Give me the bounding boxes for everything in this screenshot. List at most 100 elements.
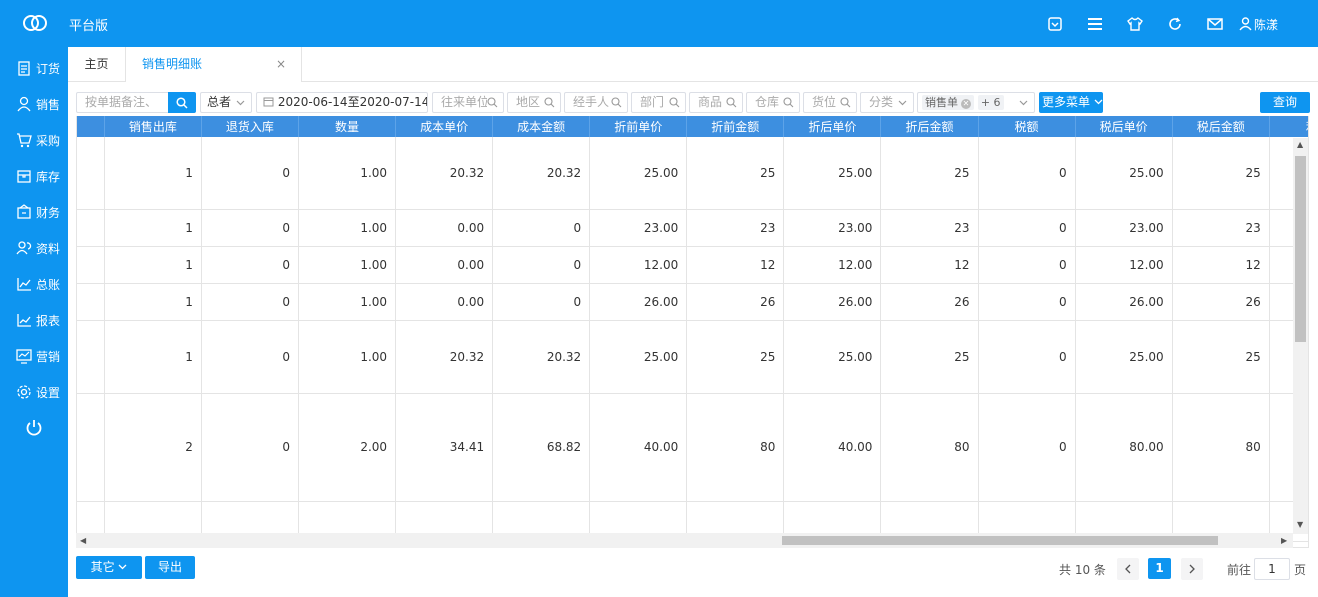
- column-header[interactable]: 退货入库: [201, 116, 299, 137]
- scroll-up-icon[interactable]: ▲: [1297, 140, 1303, 149]
- vertical-scrollbar[interactable]: ▲ ▼: [1293, 138, 1308, 534]
- search-icon: [840, 97, 851, 108]
- column-header[interactable]: 折后单价: [783, 116, 882, 137]
- top-bar: 平台版 陈漾: [0, 0, 1318, 47]
- tab-home[interactable]: 主页: [68, 47, 126, 82]
- table-cell: 0: [978, 320, 1076, 394]
- sidebar-item-inventory[interactable]: 库存: [0, 158, 68, 194]
- sidebar-item-label: 营销: [36, 349, 61, 364]
- table-row[interactable]: 1 0 1.00 0.00 0 12.00 12 12.00 12 0 12.00 12: [77, 246, 1308, 284]
- search-button[interactable]: [168, 92, 196, 113]
- menu-icon[interactable]: [1075, 13, 1115, 35]
- table-cell: 34.41: [395, 393, 494, 502]
- scroll-right-icon[interactable]: ▶: [1281, 536, 1287, 545]
- table-row[interactable]: 1 0 1.00 20.32 20.32 25.00 25 25.00 25 0 25.00 25: [77, 320, 1308, 394]
- next-page-button[interactable]: [1181, 558, 1203, 580]
- chevron-down-icon: [1019, 100, 1028, 106]
- goto-page-input[interactable]: [1254, 558, 1290, 580]
- mail-icon[interactable]: [1195, 13, 1235, 35]
- sidebar-item-data[interactable]: 资料: [0, 230, 68, 266]
- table-row[interactable]: 1 0 1.00 0.00 0 23.00 23 23.00 23 0 23.00 23: [77, 209, 1308, 247]
- warehouse-filter[interactable]: 仓库: [746, 92, 800, 113]
- table-cell: 1: [104, 246, 202, 284]
- export-button[interactable]: 导出: [145, 556, 195, 579]
- tab-sales-detail[interactable]: 销售明细账 ×: [126, 47, 302, 82]
- table-cell: 25.00: [1075, 137, 1173, 210]
- column-header[interactable]: 成本金额: [492, 116, 591, 137]
- table-cell: 26: [686, 283, 785, 321]
- column-header[interactable]: 利润: [1269, 116, 1308, 137]
- column-header[interactable]: 折后金额: [880, 116, 979, 137]
- category-select[interactable]: 分类: [860, 92, 914, 113]
- refresh-icon[interactable]: [1155, 13, 1195, 35]
- column-header[interactable]: [77, 116, 105, 137]
- sidebar-item-label: 采购: [36, 133, 61, 148]
- department-filter[interactable]: 部门: [631, 92, 686, 113]
- shirt-icon[interactable]: [1115, 13, 1155, 35]
- region-filter[interactable]: 地区: [507, 92, 561, 113]
- sidebar-item-purchase[interactable]: 采购: [0, 122, 68, 158]
- date-to: 2020-07-14: [359, 95, 428, 109]
- other-button[interactable]: 其它: [76, 556, 142, 579]
- other-button-label: 其它: [90, 560, 115, 574]
- table-cell: 25.00: [783, 137, 882, 210]
- vertical-scroll-thumb[interactable]: [1295, 156, 1306, 342]
- sidebar-item-label: 销售: [36, 97, 61, 112]
- scroll-down-icon[interactable]: ▼: [1297, 520, 1303, 529]
- summary-select[interactable]: 总者: [200, 92, 252, 113]
- scroll-left-icon[interactable]: ◀: [80, 536, 86, 545]
- table-cell: 0: [201, 283, 299, 321]
- sidebar-item-finance[interactable]: 财务: [0, 194, 68, 230]
- column-header[interactable]: 折前单价: [589, 116, 688, 137]
- date-range-picker[interactable]: 2020-06-14至2020-07-14: [256, 92, 428, 113]
- partner-filter[interactable]: 往来单位: [432, 92, 504, 113]
- column-header[interactable]: 销售出库: [104, 116, 202, 137]
- sidebar-item-order[interactable]: 订货: [0, 50, 68, 86]
- logo-icon: [23, 15, 47, 31]
- user-menu[interactable]: 陈漾: [1239, 16, 1278, 33]
- location-placeholder: 货位: [812, 95, 837, 109]
- table-cell: 0: [978, 393, 1076, 502]
- horizontal-scrollbar[interactable]: ◀ ▶: [76, 533, 1293, 548]
- chevron-right-icon: [1189, 564, 1195, 574]
- close-icon[interactable]: ×: [276, 47, 286, 82]
- tag-close-icon[interactable]: ✕: [961, 99, 971, 109]
- query-button[interactable]: 查询: [1260, 92, 1310, 113]
- table-cell: 20.32: [395, 137, 494, 210]
- location-filter[interactable]: 货位: [803, 92, 857, 113]
- sidebar-item-sales[interactable]: 销售: [0, 86, 68, 122]
- table-cell: 25: [1172, 137, 1270, 210]
- table-cell: 0: [201, 137, 299, 210]
- handler-filter[interactable]: 经手人: [564, 92, 628, 113]
- cart-icon: [17, 133, 32, 148]
- sidebar-item-ledger[interactable]: 总账: [0, 266, 68, 302]
- sidebar-item-reports[interactable]: 报表: [0, 302, 68, 338]
- horizontal-scroll-thumb[interactable]: [782, 536, 1218, 545]
- column-header[interactable]: 成本单价: [395, 116, 494, 137]
- goto-suffix: 页: [1294, 563, 1307, 577]
- sidebar-item-marketing[interactable]: 营销: [0, 338, 68, 374]
- table-row[interactable]: 2 0 2.00 34.41 68.82 40.00 80 40.00 80 0 80.00 80: [77, 393, 1308, 502]
- sidebar-item-settings[interactable]: 设置: [0, 374, 68, 410]
- table-cell: 0: [978, 283, 1076, 321]
- column-header[interactable]: 数量: [298, 116, 397, 137]
- bill-type-select[interactable]: 销售单 ✕ + 6: [917, 92, 1035, 113]
- page-number-current[interactable]: 1: [1148, 558, 1171, 579]
- prev-page-button[interactable]: [1117, 558, 1139, 580]
- table-cell: 0: [201, 320, 299, 394]
- more-menu-button[interactable]: 更多菜单: [1039, 92, 1103, 113]
- table-row[interactable]: 1 0 1.00 0.00 0 26.00 26 26.00 26 0 26.00 26: [77, 283, 1308, 321]
- table-row[interactable]: 1 0 1.00 20.32 20.32 25.00 25 25.00 25 0 25.00 25: [77, 137, 1308, 210]
- column-header[interactable]: 税后单价: [1075, 116, 1173, 137]
- chevron-down-icon: [1094, 99, 1103, 105]
- check-square-icon[interactable]: [1035, 13, 1075, 35]
- table-cell: 0.00: [395, 283, 494, 321]
- table-cell: 26: [880, 283, 979, 321]
- column-header[interactable]: 折前金额: [686, 116, 785, 137]
- power-button[interactable]: [0, 410, 68, 446]
- column-header[interactable]: 税后金额: [1172, 116, 1270, 137]
- date-separator: 至: [347, 95, 360, 109]
- product-filter[interactable]: 商品: [689, 92, 743, 113]
- column-header[interactable]: 税额: [978, 116, 1076, 137]
- search-input[interactable]: 按单据备注、: [76, 92, 169, 113]
